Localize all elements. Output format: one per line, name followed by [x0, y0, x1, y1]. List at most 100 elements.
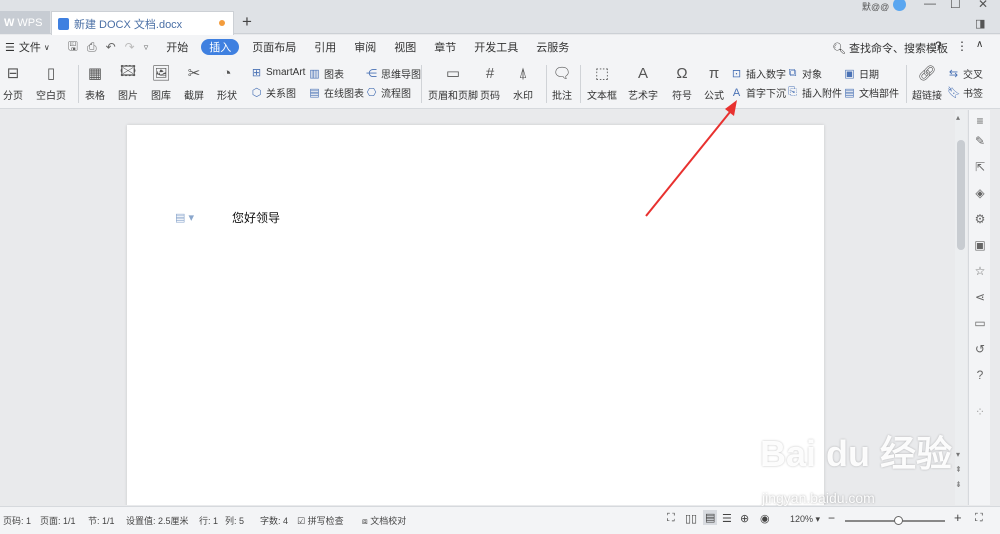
command-search[interactable]: 🔍︎ 查找命令、搜索模板 — [832, 40, 948, 56]
header-footer-button[interactable]: ▭ 页眉和页脚 — [428, 63, 478, 102]
page-break-button[interactable]: ⊟ 分页 — [3, 63, 23, 102]
drop-cap-button[interactable]: A 首字下沉 — [730, 85, 786, 101]
tab-view[interactable]: 视图 — [385, 35, 425, 59]
pen-icon[interactable]: ✎ — [973, 134, 987, 148]
object-button[interactable]: ⧉ 对象 — [786, 66, 822, 81]
fullscreen-icon[interactable]: ⛶ — [667, 512, 675, 525]
zoom-slider-handle[interactable] — [894, 516, 903, 525]
online-chart-button[interactable]: ▤ 在线图表 — [308, 85, 364, 100]
date-button[interactable]: ▣ 日期 — [843, 66, 879, 81]
shape-button[interactable]: ◔ 形状 — [217, 63, 237, 103]
tab-wps[interactable]: W WPS — [0, 11, 50, 34]
scroll-down-icon[interactable]: ▾ — [956, 450, 960, 459]
hyperlink-button[interactable]: 🔗︎ 超链接 — [912, 63, 942, 102]
tab-insert[interactable]: 插入 — [201, 39, 240, 55]
scroll-up-icon[interactable]: ▴ — [956, 113, 960, 122]
screenshot-button[interactable]: ✂ 截屏 — [184, 63, 204, 102]
mindmap-button[interactable]: ⋲ 思维导图 — [365, 66, 421, 81]
spell-check-button[interactable]: ☑ 拼写检查 — [297, 514, 344, 527]
textbox-button[interactable]: ⬚ 文本框 — [587, 63, 617, 102]
art-text-label: 艺术字 — [628, 91, 658, 102]
undo-icon[interactable]: ↶ — [106, 40, 116, 54]
redo-icon[interactable]: ↷ — [125, 40, 135, 54]
gallery-button[interactable]: 🖼︎ 图库 — [151, 63, 171, 102]
status-setting[interactable]: 设置值: 2.5厘米 — [126, 514, 189, 527]
new-tab-button[interactable]: + — [242, 12, 252, 32]
insert-number-button[interactable]: ⊡ 插入数字 — [730, 66, 786, 81]
minimize-icon[interactable]: — — [924, 0, 936, 10]
blank-page-button[interactable]: ▯ 空白页 — [36, 63, 66, 102]
tab-developer[interactable]: 开发工具 — [465, 35, 527, 59]
panel-toggle-icon[interactable]: ≡ — [973, 114, 987, 128]
document-text[interactable]: 您好领导 — [232, 209, 280, 226]
help-icon[interactable]: ? — [935, 39, 942, 53]
outline-view-icon[interactable]: ☰ — [722, 512, 732, 525]
attachment-button[interactable]: ⎘ 插入附件 — [786, 85, 842, 100]
help-circle-icon[interactable]: ? — [973, 368, 987, 382]
art-text-button[interactable]: A 艺术字 — [628, 63, 658, 103]
close-icon[interactable]: ✕ — [978, 0, 988, 11]
page-view-icon[interactable]: ▤ — [703, 510, 718, 525]
picture-button[interactable]: 🖾 图片 — [118, 63, 138, 103]
layout-icon[interactable]: ⛶ — [975, 512, 983, 525]
comment-button[interactable]: 🗨︎ 批注 — [552, 63, 572, 102]
status-section[interactable]: 节: 1/1 — [88, 514, 115, 527]
relation-button[interactable]: ⬡ 关系图 — [250, 85, 296, 100]
chart-button[interactable]: ▥ 图表 — [308, 66, 344, 81]
tab-start[interactable]: 开始 — [157, 35, 197, 59]
file-menu[interactable]: ☰ 文件 ∨ — [0, 35, 59, 59]
watermark-button[interactable]: ⍋ 水印 — [513, 63, 533, 103]
document-page[interactable]: ▤ ▾ 您好领导 — [127, 125, 824, 505]
history-icon[interactable]: ↺ — [973, 342, 987, 356]
table-button[interactable]: ▦ 表格 — [85, 63, 105, 102]
scroll-thumb[interactable] — [957, 140, 965, 250]
web-view-icon[interactable]: ⊕ — [740, 512, 749, 525]
shapes-icon[interactable]: ◈ — [973, 186, 987, 200]
status-page-no[interactable]: 页码: 1 — [3, 514, 31, 527]
page-number-button[interactable]: # 页码 — [480, 63, 500, 103]
avatar[interactable] — [893, 0, 906, 11]
zoom-level[interactable]: 120% ▾ — [790, 514, 820, 525]
status-words[interactable]: 字数: 4 — [260, 514, 288, 527]
formula-button[interactable]: π 公式 — [704, 63, 724, 103]
tab-review[interactable]: 审阅 — [345, 35, 385, 59]
flowchart-button[interactable]: ⎔ 流程图 — [365, 85, 411, 100]
collapse-ribbon-icon[interactable]: ∧ — [976, 39, 983, 50]
status-col[interactable]: 列: 5 — [225, 514, 244, 527]
more-icon[interactable]: ⋮ — [956, 39, 968, 53]
next-page-icon[interactable]: ⇟ — [955, 480, 962, 489]
tab-references[interactable]: 引用 — [305, 35, 345, 59]
bookmark-button[interactable]: 🔖︎ 书签 — [947, 85, 983, 100]
vertical-scrollbar[interactable]: ▴ ▾ ⇞ ⇟ — [955, 110, 967, 505]
apps-grid-icon[interactable]: ⁘ — [973, 405, 987, 419]
tab-section[interactable]: 章节 — [425, 35, 465, 59]
share-icon[interactable]: ⋖ — [973, 290, 987, 304]
tab-cloud[interactable]: 云服务 — [527, 35, 578, 59]
window-layout-icon[interactable]: ◨ — [975, 17, 985, 30]
doc-parts-button[interactable]: ▤ 文档部件 — [843, 85, 899, 100]
eye-protection-icon[interactable]: ◉ — [760, 512, 770, 525]
proofread-button[interactable]: ⧈ 文档校对 — [362, 514, 406, 527]
status-pages[interactable]: 页面: 1/1 — [40, 514, 76, 527]
pointer-icon[interactable]: ⇱ — [973, 160, 987, 174]
crossref-button[interactable]: ⇆ 交叉 — [947, 66, 983, 81]
tab-page-layout[interactable]: 页面布局 — [243, 35, 305, 59]
image-panel-icon[interactable]: ▣ — [973, 238, 987, 252]
tab-document[interactable]: 新建 DOCX 文档.docx — [51, 11, 234, 35]
zoom-out-icon[interactable]: − — [828, 511, 835, 525]
customize-icon[interactable]: ▿ — [144, 42, 149, 53]
maximize-icon[interactable]: ☐ — [950, 0, 961, 11]
read-mode-icon[interactable]: ▯▯ — [685, 512, 697, 525]
star-icon[interactable]: ☆ — [973, 264, 987, 278]
settings-sliders-icon[interactable]: ⚙ — [973, 212, 987, 226]
user-name[interactable]: 默@@ — [862, 0, 889, 13]
archive-icon[interactable]: ▭ — [973, 316, 987, 330]
smartart-button[interactable]: ⊞ SmartArt — [250, 66, 306, 79]
paragraph-handle-icon[interactable]: ▤ ▾ — [175, 211, 194, 224]
symbol-button[interactable]: Ω 符号 — [672, 63, 692, 103]
zoom-in-icon[interactable]: + — [954, 510, 962, 525]
print-icon[interactable]: ⎙ — [87, 40, 97, 55]
prev-page-icon[interactable]: ⇞ — [955, 465, 962, 474]
save-icon[interactable]: 🖫 — [68, 37, 78, 58]
status-row[interactable]: 行: 1 — [199, 514, 218, 527]
